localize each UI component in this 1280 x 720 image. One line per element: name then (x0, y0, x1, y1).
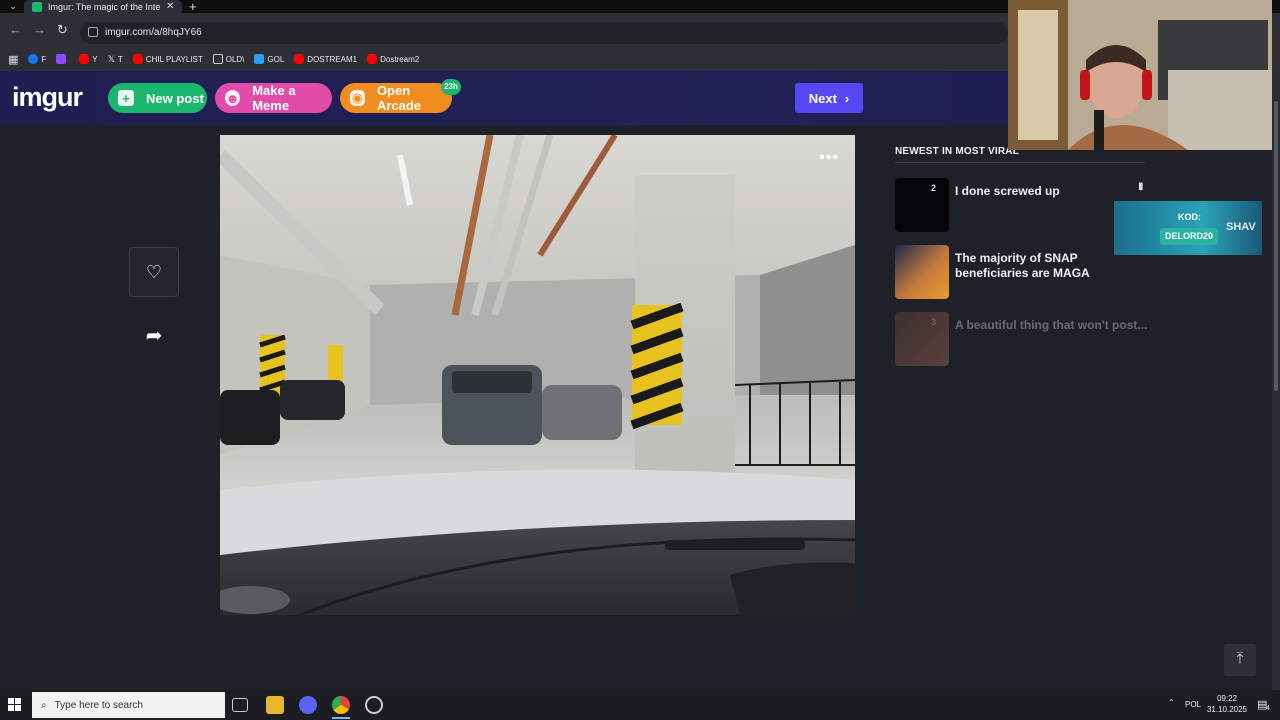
page-scrollbar[interactable] (1272, 71, 1280, 690)
site-info-icon[interactable] (88, 27, 98, 37)
promo-brand: SHAV (1226, 221, 1256, 233)
address-bar[interactable]: imgur.com/a/8hqJY66 (80, 22, 1008, 44)
bookmark-item[interactable]: F (28, 54, 46, 64)
windows-taskbar: ⌕ Type here to search ⌃ POL 09:22 31.10.… (0, 690, 1280, 720)
back-icon[interactable]: ← (9, 22, 22, 37)
new-post-button[interactable]: + New post (108, 83, 207, 113)
youtube-icon (132, 54, 143, 64)
post-thumbnail (895, 245, 949, 299)
parking-garage-photo (220, 135, 855, 615)
overlay-indicator-icon: ▮ (1138, 181, 1144, 192)
more-options-icon[interactable]: ••• (819, 149, 839, 167)
youtube-icon (367, 54, 378, 64)
reload-icon[interactable]: ↻ (57, 22, 68, 38)
bookmark-label: Dostream2 (380, 54, 420, 64)
bookmark-label: CHIL PLAYLIST (145, 54, 203, 64)
tab-title: Imgur: The magic of the Interne (48, 1, 160, 12)
chrome-icon[interactable] (332, 696, 350, 714)
bookmark-folder[interactable]: OLD\ (212, 54, 245, 64)
bookmark-label: DOSTREAM1 (307, 54, 358, 64)
scroll-to-top-button[interactable]: ⤒ (1224, 644, 1256, 676)
apps-grid-icon[interactable]: ▦ (8, 53, 18, 66)
imgur-logo[interactable]: imgur (12, 82, 83, 113)
windows-start-icon[interactable] (8, 698, 22, 712)
bookmark-item[interactable]: Y (79, 54, 98, 64)
meme-face-icon: ☻ (225, 90, 241, 106)
open-arcade-button[interactable]: ◉ Open Arcade (340, 83, 452, 113)
promo-code: DELORD20 (1160, 228, 1218, 245)
post-title: The majority of SNAP beneficiaries are M… (955, 251, 1090, 280)
chevron-right-icon: › (844, 90, 850, 106)
heart-icon: ♡ (145, 261, 163, 282)
viral-heading: NEWEST IN MOST VIRAL (895, 146, 1019, 157)
task-view-icon[interactable] (232, 698, 248, 712)
bookmark-item[interactable]: CHIL PLAYLIST (132, 54, 203, 64)
share-arrow-icon: ➦ (145, 325, 163, 347)
url-text: imgur.com/a/8hqJY66 (105, 27, 202, 38)
folder-icon (212, 54, 223, 64)
obs-icon[interactable] (365, 696, 383, 714)
scrollbar-thumb[interactable] (1274, 101, 1278, 391)
twitch-icon (56, 54, 67, 64)
clock-date: 31.10.2025 (1206, 705, 1248, 714)
image-count: 3 (931, 317, 937, 327)
clock-time: 09:22 (1216, 694, 1238, 703)
search-placeholder: Type here to search (54, 699, 143, 711)
arcade-timer-badge: 23h (441, 79, 461, 95)
webcam-overlay (1008, 0, 1272, 150)
post-title: A beautiful thing that won't post... (955, 318, 1148, 332)
next-label: Next (808, 90, 837, 106)
next-button[interactable]: Next › (795, 83, 863, 113)
make-meme-label: Make a Meme (252, 83, 296, 113)
active-app-indicator (332, 717, 350, 719)
post-title: I done screwed up (955, 184, 1060, 198)
favorite-button[interactable]: ♡ (129, 247, 179, 297)
promo-overlay: KOD: DELORD20 SHAV (1114, 201, 1262, 255)
new-tab-icon[interactable]: + (189, 0, 197, 14)
gol-icon (254, 54, 265, 64)
clock[interactable]: 09:22 31.10.2025 (1204, 693, 1250, 715)
new-post-label: New post (146, 90, 204, 106)
post-image[interactable]: ••• (220, 135, 855, 615)
viral-post-item[interactable]: 3 A beautiful thing that won't post... (895, 312, 1155, 366)
imgur-favicon-icon (32, 1, 42, 12)
make-a-meme-button[interactable]: ☻ Make a Meme (215, 83, 332, 113)
taskbar-search-box[interactable]: ⌕ Type here to search (32, 692, 225, 718)
tab-imgur[interactable]: Imgur: The magic of the Interne ✕ (24, 0, 182, 13)
language-indicator[interactable]: POL (1185, 700, 1201, 709)
youtube-icon (294, 54, 305, 64)
x-icon: 𝕏 (107, 53, 115, 64)
forward-icon[interactable]: → (33, 22, 46, 37)
post-thumbnail (895, 178, 949, 232)
tray-chevron-icon[interactable]: ⌃ (1168, 698, 1175, 707)
share-button[interactable]: ➦ (141, 323, 167, 349)
tab-search-chevron-icon[interactable]: ⌄ (5, 0, 21, 12)
bookmark-item[interactable]: GOL (254, 54, 284, 64)
notification-count: 4 (1266, 705, 1270, 712)
post-thumbnail (895, 312, 949, 366)
bookmark-label: OLD\ (225, 54, 245, 64)
divider (895, 162, 1145, 163)
facebook-icon (28, 54, 39, 64)
youtube-icon (79, 54, 90, 64)
bookmark-label: F (41, 54, 47, 64)
bookmark-label: Y (92, 54, 98, 64)
promo-label: KOD: (1178, 212, 1201, 222)
bookmark-item[interactable]: 𝕏T (108, 54, 123, 65)
bookmark-item[interactable] (56, 54, 69, 64)
gamepad-icon: ◉ (350, 90, 365, 106)
plus-icon: + (118, 90, 134, 106)
discord-icon[interactable] (299, 696, 317, 714)
close-tab-icon[interactable]: ✕ (166, 1, 174, 12)
bookmark-label: T (117, 54, 123, 64)
file-explorer-icon[interactable] (266, 696, 284, 714)
webcam-feed (1008, 0, 1272, 150)
search-icon: ⌕ (41, 699, 47, 711)
bookmark-label: GOL (267, 54, 285, 64)
bookmark-item[interactable]: Dostream2 (367, 54, 419, 64)
arrow-up-icon: ⤒ (1236, 650, 1244, 667)
post-content: ♡ ➦ ••• NEWEST IN MOST VIRAL 2 I done sc… (0, 125, 1280, 690)
bookmark-item[interactable]: DOSTREAM1 (294, 54, 357, 64)
image-count: 2 (931, 183, 937, 193)
